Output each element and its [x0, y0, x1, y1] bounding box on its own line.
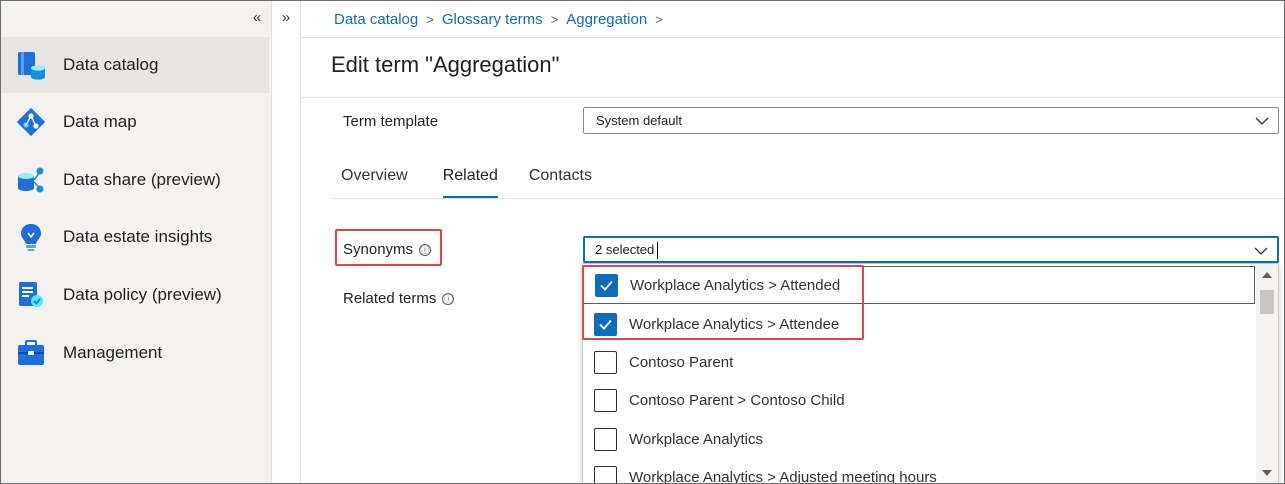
nav-label: Data map	[63, 112, 137, 131]
term-template-value: System default	[596, 113, 682, 128]
data-catalog-icon	[18, 52, 45, 80]
synonyms-select[interactable]: 2 selected	[583, 236, 1279, 263]
option-label: Contoso Parent	[629, 353, 734, 371]
checkbox-unchecked[interactable]	[594, 427, 617, 451]
term-template-label: Term template	[343, 113, 439, 130]
tab-related[interactable]: Related	[442, 167, 499, 198]
term-template-select[interactable]: System default	[583, 107, 1279, 134]
nav-item-data-share[interactable]: Data share (preview)	[1, 152, 269, 208]
tab-overview[interactable]: Overview	[341, 167, 408, 198]
checkbox-unchecked[interactable]	[594, 350, 617, 374]
info-icon[interactable]: ⓘ	[442, 293, 455, 305]
dropdown-option[interactable]: Contoso Parent > Contoso Child	[583, 381, 1255, 419]
dropdown-option[interactable]: Workplace Analytics	[583, 420, 1255, 458]
app-window: « Data catalog Data map Data share (prev…	[0, 0, 1285, 484]
checkbox-unchecked[interactable]	[594, 465, 617, 483]
page-title: Edit term "Aggregation"	[331, 52, 560, 77]
nav-item-data-catalog[interactable]: Data catalog	[1, 37, 269, 93]
related-terms-label: Related terms ⓘ	[343, 290, 455, 307]
synonyms-value: 2 selected	[595, 242, 655, 257]
dropdown-option[interactable]: Workplace Analytics > Adjusted meeting h…	[583, 458, 1255, 484]
synonyms-label-text: Synonyms	[343, 241, 414, 258]
nav-gutter: »	[271, 1, 301, 483]
checkbox-unchecked[interactable]	[594, 388, 617, 412]
collapse-nav-button[interactable]: «	[246, 8, 268, 28]
data-share-icon	[18, 167, 44, 193]
option-label: Contoso Parent > Contoso Child	[629, 391, 845, 409]
chevron-down-icon	[1255, 117, 1269, 125]
option-label: Workplace Analytics > Adjusted meeting h…	[629, 468, 937, 484]
left-navigation: « Data catalog Data map Data share (prev…	[1, 1, 271, 483]
option-label: Workplace Analytics	[629, 430, 763, 448]
nav-label: Data policy (preview)	[63, 285, 222, 304]
chevron-down-icon	[1254, 247, 1268, 255]
data-map-icon	[16, 107, 46, 137]
nav-label: Management	[63, 343, 163, 362]
selected-options-highlight-box	[582, 265, 864, 340]
breadcrumb-separator: >	[550, 12, 559, 27]
nav-item-management[interactable]: Management	[1, 325, 269, 381]
scroll-up-arrow-icon[interactable]	[1262, 272, 1272, 278]
breadcrumb-link-aggregation[interactable]: Aggregation	[566, 11, 647, 28]
nav-item-data-policy[interactable]: Data policy (preview)	[1, 267, 269, 323]
text-caret	[657, 242, 659, 260]
scroll-down-arrow-icon[interactable]	[1262, 470, 1272, 476]
breadcrumb-link-glossary-terms[interactable]: Glossary terms	[442, 11, 543, 28]
synonyms-label: Synonyms ⓘ	[343, 241, 432, 258]
divider	[302, 37, 1284, 38]
dropdown-option[interactable]: Contoso Parent	[583, 343, 1255, 381]
insights-icon	[21, 224, 41, 251]
divider	[331, 198, 1284, 199]
data-policy-icon	[19, 282, 43, 307]
nav-item-data-map[interactable]: Data map	[1, 94, 269, 150]
breadcrumb-separator: >	[426, 12, 434, 27]
breadcrumb-link-data-catalog[interactable]: Data catalog	[334, 11, 418, 28]
breadcrumb-separator: >	[655, 12, 663, 27]
divider	[302, 97, 1284, 98]
main-content: Data catalog > Glossary terms > Aggregat…	[302, 1, 1284, 484]
breadcrumb: Data catalog > Glossary terms > Aggregat…	[334, 11, 671, 28]
info-icon[interactable]: ⓘ	[419, 244, 432, 256]
tab-contacts[interactable]: Contacts	[529, 167, 592, 198]
management-icon	[18, 340, 44, 365]
nav-item-data-estate-insights[interactable]: Data estate insights	[1, 209, 269, 265]
nav-label: Data catalog	[63, 55, 159, 74]
related-terms-label-text: Related terms	[343, 290, 437, 307]
nav-label: Data estate insights	[63, 227, 213, 246]
expand-panel-button[interactable]: »	[275, 8, 297, 28]
dropdown-scrollbar[interactable]	[1256, 264, 1278, 483]
nav-label: Data share (preview)	[63, 170, 221, 189]
scroll-thumb[interactable]	[1260, 290, 1274, 314]
tab-list: Overview Related Contacts	[341, 167, 627, 198]
